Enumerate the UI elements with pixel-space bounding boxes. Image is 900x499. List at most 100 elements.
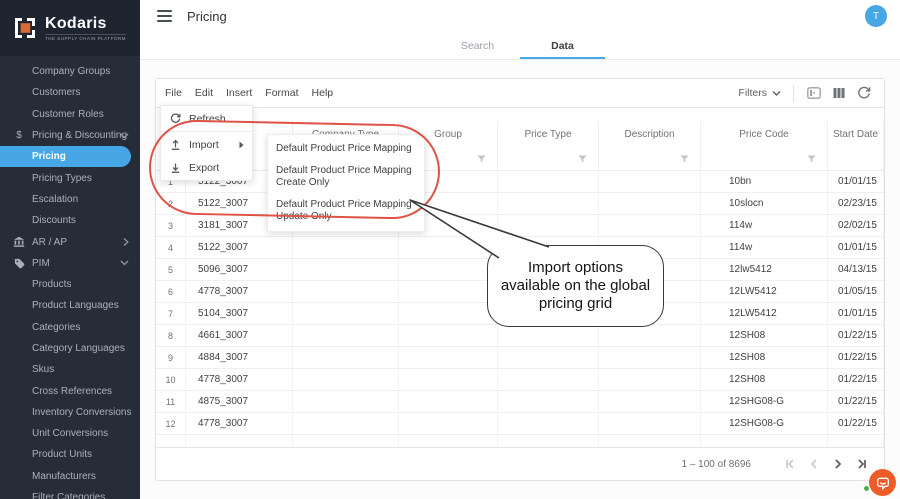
refresh-icon: [169, 113, 181, 124]
cell: [293, 281, 399, 302]
sidebar-item-product-languages[interactable]: Product Languages: [0, 295, 140, 316]
sidebar-item-pricing-types[interactable]: Pricing Types: [0, 167, 140, 188]
cell: 4778_3007: [186, 281, 293, 302]
callout-text: Import options available on the global p…: [500, 258, 651, 313]
sidebar-item-discounts[interactable]: Discounts: [0, 210, 140, 231]
column-header-start-date[interactable]: Start Date: [828, 121, 884, 148]
columns-icon[interactable]: [831, 85, 847, 101]
sidebar-item-label: Customers: [32, 87, 81, 99]
sidebar-item-label: PIM: [32, 257, 50, 269]
sidebar-item-label: Product Units: [32, 449, 93, 461]
next-page-button[interactable]: [829, 455, 847, 473]
tab-data[interactable]: Data: [520, 32, 605, 59]
cell: [399, 391, 498, 412]
cell: 5122_3007: [186, 237, 293, 258]
logo[interactable]: Kodaris THE SUPPLY CHAIN PLATFORM: [0, 0, 140, 56]
hamburger-menu-icon[interactable]: [157, 10, 172, 22]
prev-page-button[interactable]: [805, 455, 823, 473]
submenu-item-2[interactable]: Default Product Price Mapping Create Onl…: [268, 160, 424, 194]
cell: [399, 369, 498, 390]
menu-item-import[interactable]: Import: [161, 133, 252, 156]
menu-help[interactable]: Help: [312, 87, 334, 99]
chat-widget-button[interactable]: [863, 469, 896, 496]
dollar-icon: $: [16, 130, 22, 142]
sidebar-item-escalation[interactable]: Escalation: [0, 189, 140, 210]
filter-cell[interactable]: [498, 148, 599, 170]
cell: 01/01/15: [828, 303, 884, 324]
table-row[interactable]: 11 4875_3007 12SHG08-G 01/22/15: [156, 391, 884, 413]
sidebar-item-company-groups[interactable]: Company Groups: [0, 61, 140, 82]
sidebar-item-categories[interactable]: Categories: [0, 317, 140, 338]
tab-search[interactable]: Search: [435, 32, 520, 59]
sidebar-item-filter-categories[interactable]: Filter Categories: [0, 487, 140, 499]
sidebar-item-product-units[interactable]: Product Units: [0, 444, 140, 465]
sidebar-item-skus[interactable]: Skus: [0, 359, 140, 380]
sidebar-item-ar-ap[interactable]: AR / AP: [0, 231, 140, 252]
user-avatar[interactable]: T: [865, 5, 887, 27]
column-header-description[interactable]: Description: [599, 121, 701, 148]
cell: [399, 325, 498, 346]
cell: [293, 413, 399, 434]
cell: [498, 369, 599, 390]
last-page-button[interactable]: [853, 455, 871, 473]
sidebar-item-pricing[interactable]: Pricing: [0, 146, 131, 168]
sidebar-item-label: Pricing: [32, 151, 66, 163]
cell: 12LW5412: [701, 281, 828, 302]
filter-cell[interactable]: [701, 148, 828, 170]
sidebar-item-inventory-conversions[interactable]: Inventory Conversions: [0, 402, 140, 423]
sidebar-item-pim[interactable]: PIM: [0, 253, 140, 274]
table-row[interactable]: 9 4884_3007 12SH08 01/22/15: [156, 347, 884, 369]
filter-funnel-icon[interactable]: [680, 155, 689, 163]
menu-insert[interactable]: Insert: [226, 87, 252, 99]
sidebar-item-customers[interactable]: Customers: [0, 82, 140, 103]
sidebar-item-pricing-discounting[interactable]: $ Pricing & Discounting: [0, 125, 140, 146]
grid-filter-row: [156, 148, 884, 171]
kodaris-logo-icon: [12, 15, 38, 41]
menu-edit[interactable]: Edit: [195, 87, 213, 99]
cell: [599, 193, 701, 214]
table-row[interactable]: 2 5122_3007 10slocn 02/23/15: [156, 193, 884, 215]
table-row[interactable]: 12 4778_3007 12SHG08-G 01/22/15: [156, 413, 884, 435]
refresh-icon[interactable]: [856, 85, 872, 101]
table-row[interactable]: 8 4661_3007 12SH08 01/22/15: [156, 325, 884, 347]
column-header-price-type[interactable]: Price Type: [498, 121, 599, 148]
cell: [399, 259, 498, 280]
menu-format[interactable]: Format: [265, 87, 298, 99]
cell: [498, 347, 599, 368]
filter-cell[interactable]: [828, 148, 884, 170]
submenu-item-3[interactable]: Default Product Price Mapping Update Onl…: [268, 194, 424, 228]
menu-item-export[interactable]: Export: [161, 156, 252, 179]
tool-panel-icon[interactable]: [806, 85, 822, 101]
table-row[interactable]: 1 5122_3007 10bn 01/01/15: [156, 171, 884, 193]
chevron-down-icon: [772, 90, 781, 96]
filters-label: Filters: [738, 87, 767, 99]
cell: 02/02/15: [828, 215, 884, 236]
filter-cell[interactable]: [599, 148, 701, 170]
menu-item-refresh[interactable]: Refresh: [161, 107, 252, 130]
sidebar-item-products[interactable]: Products: [0, 274, 140, 295]
filters-dropdown[interactable]: Filters: [738, 87, 781, 99]
sidebar-item-manufacturers[interactable]: Manufacturers: [0, 466, 140, 487]
menu-item-label: Refresh: [189, 112, 226, 125]
filter-funnel-icon[interactable]: [578, 155, 587, 163]
table-row[interactable]: 3 3181_3007 114w 02/02/15: [156, 215, 884, 237]
submenu-item-1[interactable]: Default Product Price Mapping: [268, 138, 424, 160]
column-header-price-code[interactable]: Price Code: [701, 121, 828, 148]
sidebar-item-unit-conversions[interactable]: Unit Conversions: [0, 423, 140, 444]
filter-funnel-icon[interactable]: [477, 155, 486, 163]
table-row[interactable]: 10 4778_3007 12SH08 01/22/15: [156, 369, 884, 391]
sidebar-item-cross-references[interactable]: Cross References: [0, 380, 140, 401]
cell: [498, 193, 599, 214]
topbar: Pricing T: [140, 0, 900, 32]
filter-funnel-icon[interactable]: [807, 155, 816, 163]
grid-menubar: File Edit Insert Format Help Filters: [156, 79, 884, 108]
cell: 114w: [701, 237, 828, 258]
first-page-button[interactable]: [781, 455, 799, 473]
cell: 10slocn: [701, 193, 828, 214]
sidebar-item-customer-roles[interactable]: Customer Roles: [0, 104, 140, 125]
pagination-label: 1 – 100 of 8696: [681, 458, 751, 470]
sidebar-item-category-languages[interactable]: Category Languages: [0, 338, 140, 359]
cell: [293, 369, 399, 390]
export-icon: [169, 162, 181, 174]
menu-file[interactable]: File: [165, 87, 182, 99]
